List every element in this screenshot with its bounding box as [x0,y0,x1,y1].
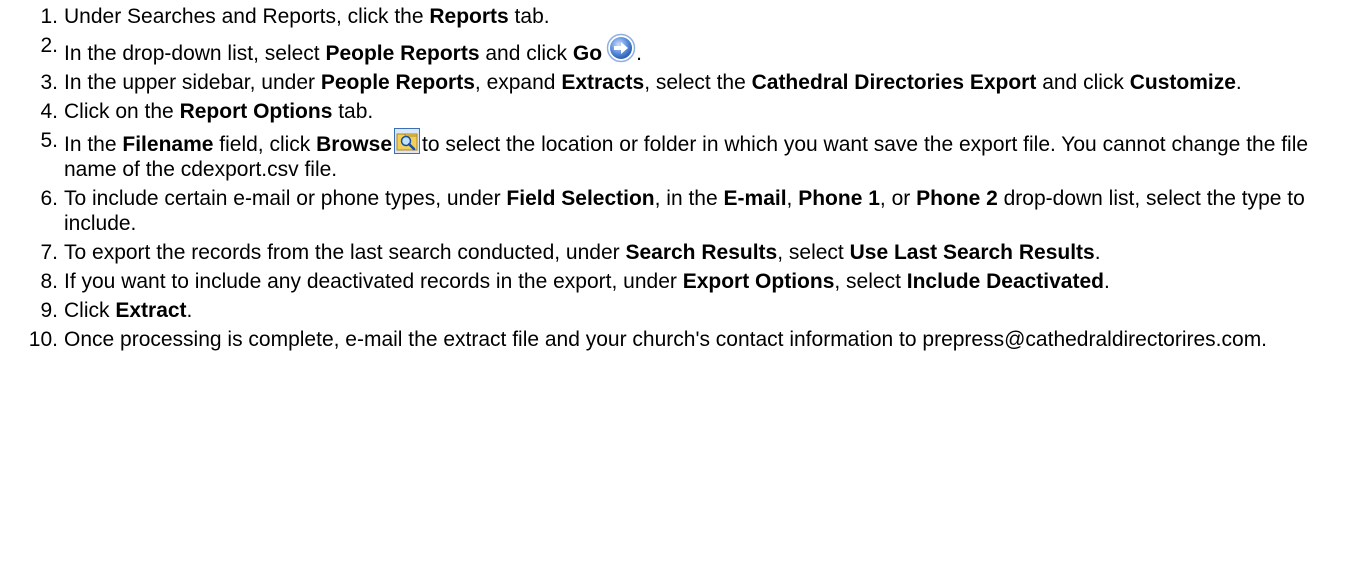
step-item: 2. In the drop-down list, select People R… [0,33,1314,66]
step-text: . [636,42,642,65]
step-emphasis: Extract [115,299,187,322]
step-text: In the drop-down list, select [64,42,326,65]
step-text: If you want to include any deactivated r… [64,270,683,293]
step-emphasis: Extracts [561,71,645,94]
step-number: 7. [40,241,58,264]
step-emphasis: Search Results [625,241,778,264]
step-text: , select the [644,71,752,94]
step-text: . [1094,241,1101,264]
step-emphasis: Cathedral Directories Export [751,71,1037,94]
step-text: To export the records from the last sear… [64,241,626,264]
step-item: 5. In the Filename field, click Browse to… [0,128,1314,182]
step-text: To include certain e-mail or phone types… [64,187,507,210]
step-number: 10. [28,328,58,351]
step-emphasis: Customize [1129,71,1236,94]
step-text: , or [879,187,917,210]
step-text: . [1103,270,1110,293]
step-emphasis: Phone 1 [798,187,880,210]
step-item: 3. In the upper sidebar, under People Rep… [0,70,1314,95]
step-text: Click on the [64,100,180,123]
step-text: In the [64,133,123,156]
step-text: Under Searches and Reports, click the [64,5,430,28]
step-emphasis: Include Deactivated [906,270,1104,293]
step-text: and click [479,42,573,65]
step-emphasis: Filename [122,133,214,156]
step-emphasis: Browse [316,133,392,156]
instruction-steps: 1. Under Searches and Reports, click the … [0,4,1356,352]
step-text: Click [64,299,116,322]
step-number: 4. [40,100,58,123]
step-text: tab. [332,100,374,123]
step-emphasis: Reports [429,5,509,28]
step-emphasis: People Reports [320,71,475,94]
step-text: . [186,299,193,322]
browse-folder-icon [394,128,420,154]
step-item: 1. Under Searches and Reports, click the … [0,4,1314,29]
step-number: 6. [40,187,58,210]
step-item: 9. Click Extract. [0,298,1314,323]
step-text: , in the [654,187,724,210]
step-emphasis: Go [572,42,603,65]
step-text: tab. [508,5,550,28]
step-number: 8. [40,270,58,293]
go-arrow-icon [606,33,636,63]
step-emphasis: Export Options [682,270,835,293]
step-item: 7. To export the records from the last se… [0,240,1314,265]
step-text: . [1235,71,1242,94]
step-number: 9. [40,299,58,322]
step-emphasis: People Reports [325,42,480,65]
step-item: 6. To include certain e-mail or phone typ… [0,186,1314,236]
step-text: , select [777,241,850,264]
step-number: 1. [40,5,58,28]
step-number: 3. [40,71,58,94]
step-text: and click [1036,71,1130,94]
step-item: 10. Once processing is complete, e-mail t… [0,327,1314,352]
step-item: 4. Click on the Report Options tab. [0,99,1314,124]
step-text: , select [834,270,907,293]
step-number: 2. [40,34,58,57]
step-emphasis: E-mail [723,187,787,210]
step-text: Once processing is complete, e-mail the … [64,328,1268,351]
step-text: , [786,187,799,210]
step-emphasis: Field Selection [506,187,655,210]
step-emphasis: Report Options [179,100,333,123]
step-text: In the upper sidebar, under [64,71,321,94]
step-emphasis: Use Last Search Results [849,241,1095,264]
step-number: 5. [40,129,58,152]
step-text: , expand [474,71,562,94]
step-emphasis: Phone 2 [916,187,998,210]
step-text: field, click [213,133,317,156]
step-item: 8. If you want to include any deactivated… [0,269,1314,294]
